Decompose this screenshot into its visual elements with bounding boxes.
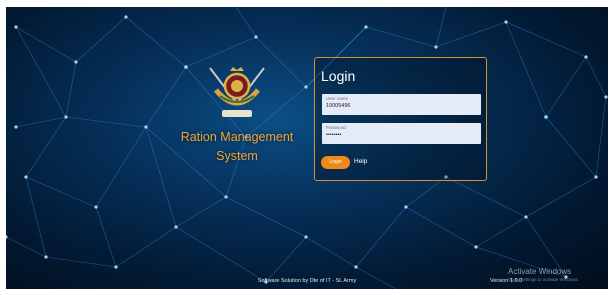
- username-field[interactable]: User name 10005496: [322, 94, 481, 115]
- login-heading: Login: [321, 68, 356, 84]
- password-field[interactable]: Password ••••••••: [322, 123, 481, 144]
- password-label: Password: [326, 125, 346, 130]
- activate-windows-title: Activate Windows: [508, 267, 572, 276]
- username-label: User name: [326, 96, 349, 101]
- app-title-line-2: System: [216, 149, 258, 163]
- help-link[interactable]: Help: [354, 158, 367, 165]
- password-value: ••••••••: [326, 132, 342, 138]
- activate-windows-subtitle: Go to Settings to activate Windows.: [508, 277, 580, 282]
- army-crest-icon: [209, 67, 265, 117]
- login-button[interactable]: Login: [321, 156, 350, 169]
- username-value: 10005496: [326, 103, 351, 109]
- login-panel: Login User name 10005496 Password ••••••…: [314, 57, 487, 181]
- app-title-line-1: Ration Management: [180, 130, 294, 144]
- login-screen: Ration Management System Login User name…: [6, 7, 608, 289]
- app-title: Ration Management System: [164, 128, 310, 166]
